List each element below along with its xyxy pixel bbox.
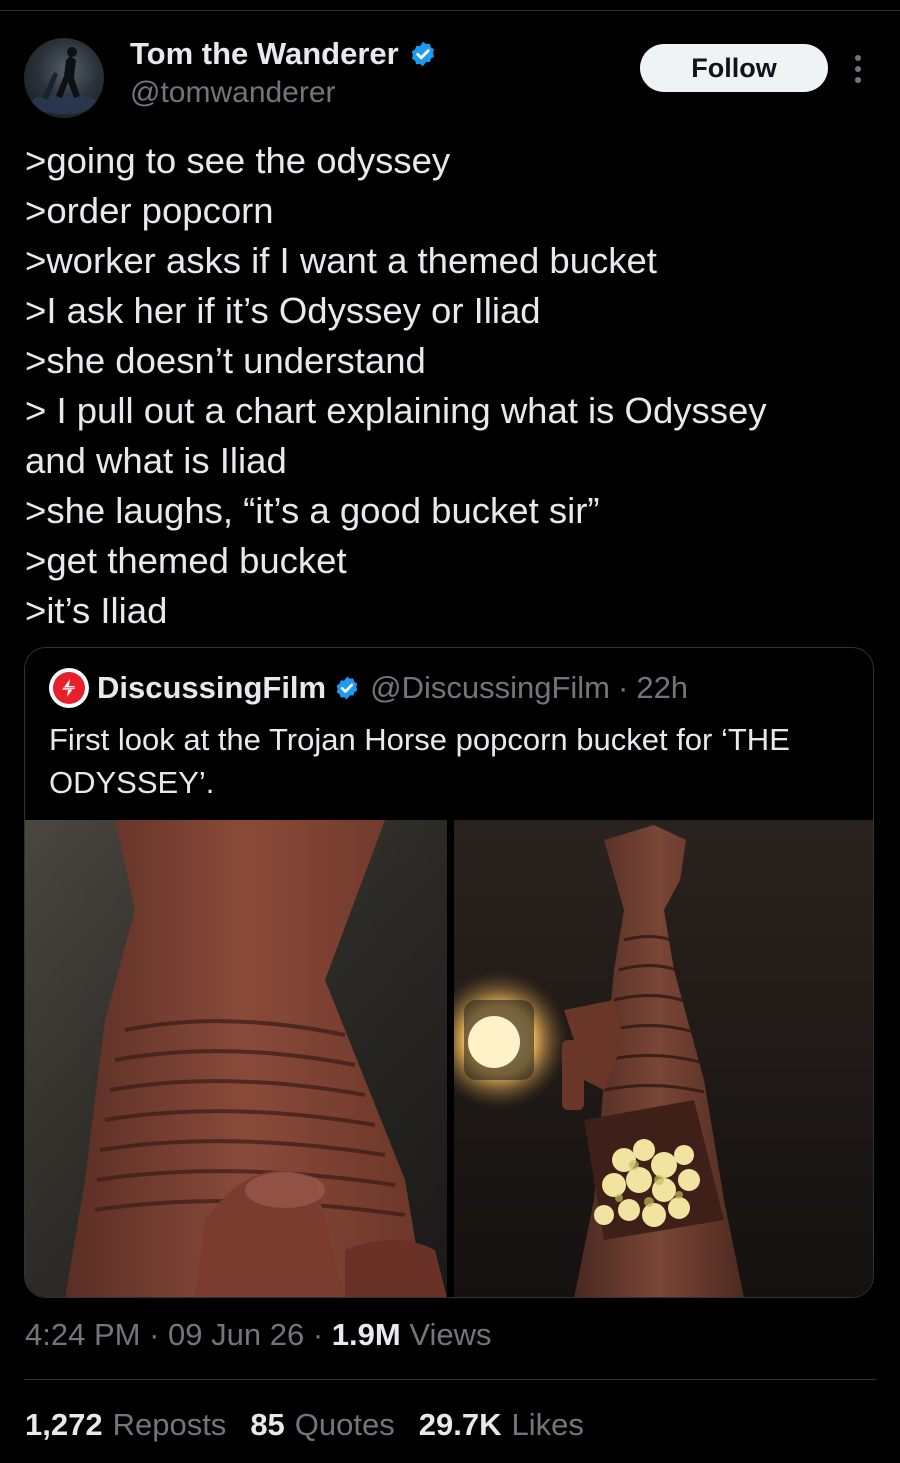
quotes-count: 85 (250, 1407, 285, 1442)
tweet-date[interactable]: 09 Jun 26 (168, 1317, 304, 1352)
author-avatar[interactable] (24, 38, 104, 118)
separator-dot: · (312, 1317, 324, 1352)
tweet-line: and what is Iliad (25, 440, 287, 481)
author-display-name-text: Tom the Wanderer (130, 36, 399, 71)
quoted-author-name[interactable]: DiscussingFilm (97, 668, 326, 708)
author-handle[interactable]: @tomwanderer (130, 74, 437, 112)
tweet-line: >get themed bucket (25, 540, 347, 581)
tweet-line: > I pull out a chart explaining what is … (25, 390, 767, 431)
tweet-line: >worker asks if I want a themed bucket (25, 240, 657, 281)
reposts-stat[interactable]: 1,272 Reposts (25, 1403, 226, 1447)
tweet-meta: 4:24 PM · 09 Jun 26 · 1.9M Views (25, 1313, 491, 1357)
tweet-line: >I ask her if it’s Odyssey or Iliad (25, 290, 541, 331)
author-display-name[interactable]: Tom the Wanderer (130, 34, 437, 74)
quoted-timestamp[interactable]: 22h (636, 668, 688, 708)
likes-count: 29.7K (418, 1407, 502, 1442)
tweet-line: >she doesn’t understand (25, 340, 426, 381)
quoted-author-handle[interactable]: @DiscussingFilm (370, 668, 610, 708)
quoted-author-avatar[interactable] (49, 668, 89, 708)
discussingfilm-logo-icon (53, 672, 85, 704)
separator-dot: · (618, 670, 629, 705)
tweet-line: >going to see the odyssey (25, 140, 451, 181)
author-name-block: Tom the Wanderer @tomwanderer (130, 34, 437, 112)
trojan-horse-closeup-photo-icon (25, 820, 447, 1297)
engagement-stats: 1,272 Reposts 85 Quotes 29.7K Likes (25, 1403, 608, 1447)
tweet-body: >going to see the odyssey >order popcorn… (25, 136, 875, 636)
quotes-label: Quotes (294, 1407, 395, 1442)
reposts-label: Reposts (112, 1407, 227, 1442)
tweet-time[interactable]: 4:24 PM (25, 1317, 140, 1352)
tweet-line: >order popcorn (25, 190, 274, 231)
tweet-header: Tom the Wanderer @tomwanderer Follow (24, 34, 876, 118)
separator-dot: · (149, 1317, 160, 1352)
quoted-verified-badge-icon (336, 676, 358, 700)
stats-divider (24, 1379, 876, 1380)
quoted-media-grid (25, 820, 873, 1297)
quotes-stat[interactable]: 85 Quotes (250, 1403, 394, 1447)
reposts-count: 1,272 (25, 1407, 103, 1442)
avatar-figure-icon (30, 47, 98, 114)
quoted-tweet-header: DiscussingFilm @DiscussingFilm · 22h (49, 668, 688, 708)
likes-stat[interactable]: 29.7K Likes (419, 1403, 584, 1447)
media-image-left[interactable] (25, 820, 447, 1297)
tweet-line: >it’s Iliad (25, 590, 168, 631)
follow-button[interactable]: Follow (640, 44, 828, 92)
tweet-line: >she laughs, “it’s a good bucket sir” (25, 490, 600, 531)
views-count: 1.9M (331, 1317, 401, 1352)
likes-label: Likes (511, 1407, 584, 1442)
media-image-right[interactable] (454, 820, 873, 1297)
trojan-horse-popcorn-bucket-photo-icon (454, 820, 873, 1297)
quoted-tweet-text: First look at the Trojan Horse popcorn b… (49, 722, 790, 800)
more-options-icon[interactable] (846, 52, 870, 86)
verified-badge-icon (411, 41, 434, 67)
top-divider (0, 10, 900, 11)
quoted-tweet-card[interactable]: DiscussingFilm @DiscussingFilm · 22h Fir… (24, 647, 874, 1298)
views-label: Views (409, 1317, 492, 1352)
